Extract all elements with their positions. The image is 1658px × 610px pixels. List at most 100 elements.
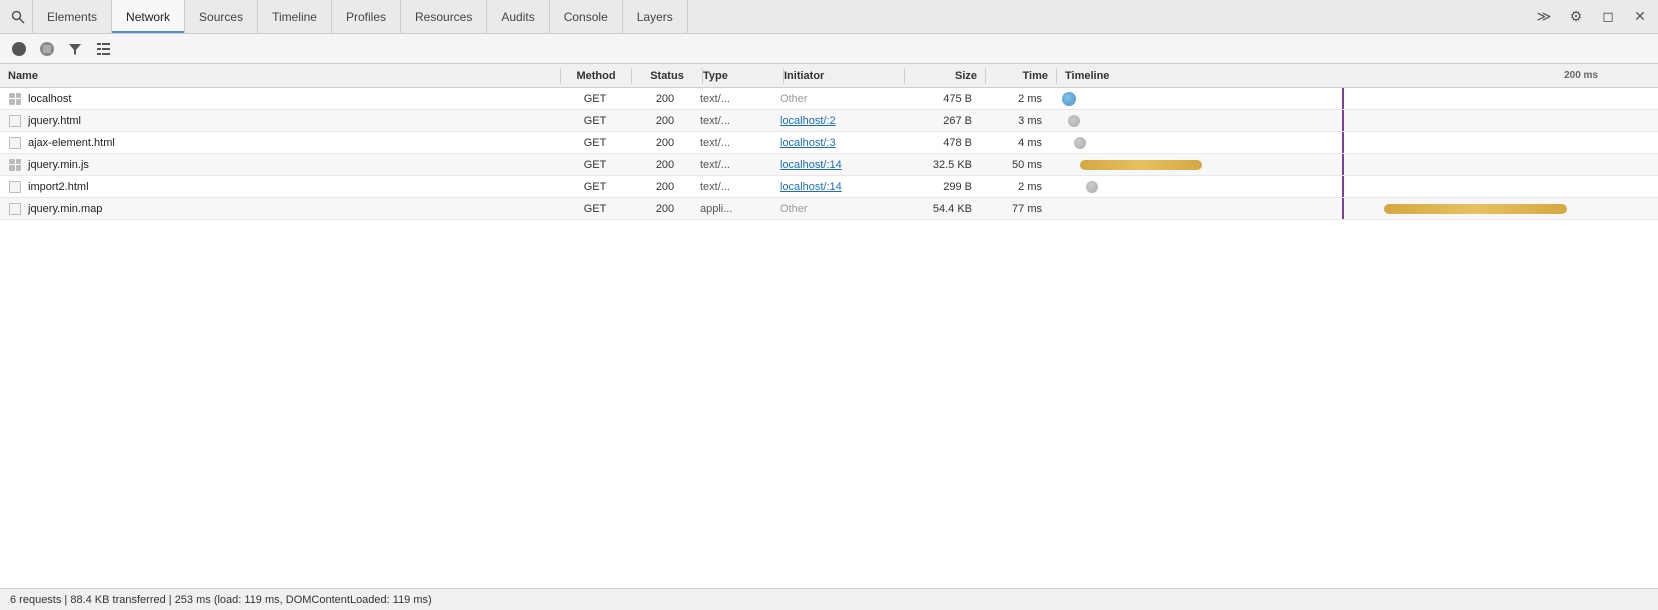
cell-time: 3 ms <box>980 115 1050 127</box>
file-icon <box>8 114 22 128</box>
cell-name: import2.html <box>0 180 560 194</box>
timeline-ms-label: 200 ms <box>1564 70 1598 81</box>
cell-time: 4 ms <box>980 137 1050 149</box>
cell-method: GET <box>560 181 630 193</box>
list-icon <box>96 43 110 55</box>
cell-type: text/... <box>700 159 780 171</box>
col-header-size[interactable]: Size <box>905 70 985 82</box>
col-header-method[interactable]: Method <box>561 70 631 82</box>
cell-method: GET <box>560 203 630 215</box>
undock-button[interactable]: ◻ <box>1594 3 1622 31</box>
tab-console[interactable]: Console <box>550 0 623 33</box>
cell-timeline <box>1050 154 1658 175</box>
table-row[interactable]: jquery.htmlGET200text/...localhost/:2267… <box>0 110 1658 132</box>
tab-resources[interactable]: Resources <box>401 0 487 33</box>
network-table: Name Method Status Type Initiator Size T… <box>0 64 1658 588</box>
close-button[interactable]: ✕ <box>1626 3 1654 31</box>
table-row[interactable]: localhostGET200text/...Other475 B2 ms <box>0 88 1658 110</box>
stop-icon <box>40 42 54 56</box>
cell-type: text/... <box>700 115 780 127</box>
cell-method: GET <box>560 137 630 149</box>
timeline-bar <box>1062 92 1076 106</box>
stop-button[interactable] <box>36 38 58 60</box>
cell-size: 267 B <box>900 115 980 127</box>
table-row[interactable]: ajax-element.htmlGET200text/...localhost… <box>0 132 1658 154</box>
cell-status: 200 <box>630 93 700 105</box>
col-header-name[interactable]: Name <box>0 70 560 82</box>
cell-initiator[interactable]: localhost/:3 <box>780 137 900 149</box>
toolbar-right: ≫ ⚙ ◻ ✕ <box>1530 3 1654 31</box>
cell-initiator[interactable]: localhost/:14 <box>780 159 900 171</box>
table-row[interactable]: jquery.min.jsGET200text/...localhost/:14… <box>0 154 1658 176</box>
col-header-time[interactable]: Time <box>986 70 1056 82</box>
execute-button[interactable]: ≫ <box>1530 3 1558 31</box>
cell-size: 299 B <box>900 181 980 193</box>
list-view-button[interactable] <box>92 38 114 60</box>
cell-status: 200 <box>630 181 700 193</box>
timeline-purple-line <box>1342 198 1344 219</box>
timeline-purple-line <box>1342 132 1344 153</box>
col-header-status[interactable]: Status <box>632 70 702 82</box>
cell-size: 478 B <box>900 137 980 149</box>
cell-status: 200 <box>630 203 700 215</box>
cell-status: 200 <box>630 159 700 171</box>
cell-initiator: Other <box>780 93 900 105</box>
tab-profiles[interactable]: Profiles <box>332 0 401 33</box>
cell-name: ajax-element.html <box>0 136 560 150</box>
tab-timeline[interactable]: Timeline <box>258 0 332 33</box>
status-text: 6 requests | 88.4 KB transferred | 253 m… <box>10 594 432 606</box>
cell-timeline <box>1050 176 1658 197</box>
cell-timeline <box>1050 88 1658 109</box>
file-icon <box>8 92 22 106</box>
cell-status: 200 <box>630 115 700 127</box>
table-header: Name Method Status Type Initiator Size T… <box>0 64 1658 88</box>
cell-name: jquery.min.js <box>0 158 560 172</box>
tab-layers[interactable]: Layers <box>623 0 688 33</box>
timeline-bar <box>1086 181 1098 193</box>
table-row[interactable]: import2.htmlGET200text/...localhost/:142… <box>0 176 1658 198</box>
cell-initiator[interactable]: localhost/:14 <box>780 181 900 193</box>
filter-button[interactable] <box>64 38 86 60</box>
file-icon <box>8 136 22 150</box>
cell-time: 50 ms <box>980 159 1050 171</box>
col-header-type[interactable]: Type <box>703 70 783 82</box>
cell-time: 77 ms <box>980 203 1050 215</box>
file-icon <box>8 180 22 194</box>
tab-network[interactable]: Network <box>112 0 185 33</box>
timeline-bar-wrapper <box>1050 92 1658 106</box>
tab-sources[interactable]: Sources <box>185 0 258 33</box>
search-button[interactable] <box>4 3 32 31</box>
timeline-purple-line <box>1342 88 1344 109</box>
timeline-bar-wrapper <box>1050 180 1658 194</box>
record-button[interactable] <box>8 38 30 60</box>
cell-initiator[interactable]: localhost/:2 <box>780 115 900 127</box>
timeline-purple-line <box>1342 154 1344 175</box>
top-toolbar: Elements Network Sources Timeline Profil… <box>0 0 1658 34</box>
cell-size: 475 B <box>900 93 980 105</box>
cell-timeline <box>1050 132 1658 153</box>
timeline-bar <box>1080 160 1202 170</box>
cell-method: GET <box>560 115 630 127</box>
nav-tabs: Elements Network Sources Timeline Profil… <box>32 0 1530 33</box>
col-header-initiator[interactable]: Initiator <box>784 70 904 82</box>
col-header-timeline[interactable]: Timeline 200 ms <box>1057 70 1658 82</box>
cell-name: localhost <box>0 92 560 106</box>
cell-time: 2 ms <box>980 181 1050 193</box>
timeline-bar-wrapper <box>1050 114 1658 128</box>
status-bar: 6 requests | 88.4 KB transferred | 253 m… <box>0 588 1658 610</box>
cell-status: 200 <box>630 137 700 149</box>
cell-type: text/... <box>700 137 780 149</box>
timeline-bar-wrapper <box>1050 136 1658 150</box>
cell-timeline <box>1050 198 1658 219</box>
cell-name: jquery.min.map <box>0 202 560 216</box>
second-toolbar <box>0 34 1658 64</box>
cell-type: appli... <box>700 203 780 215</box>
timeline-bar-wrapper <box>1050 158 1658 172</box>
cell-initiator: Other <box>780 203 900 215</box>
table-row[interactable]: jquery.min.mapGET200appli...Other54.4 KB… <box>0 198 1658 220</box>
cell-size: 54.4 KB <box>900 203 980 215</box>
tab-elements[interactable]: Elements <box>32 0 112 33</box>
record-icon <box>12 42 26 56</box>
tab-audits[interactable]: Audits <box>487 0 549 33</box>
settings-button[interactable]: ⚙ <box>1562 3 1590 31</box>
